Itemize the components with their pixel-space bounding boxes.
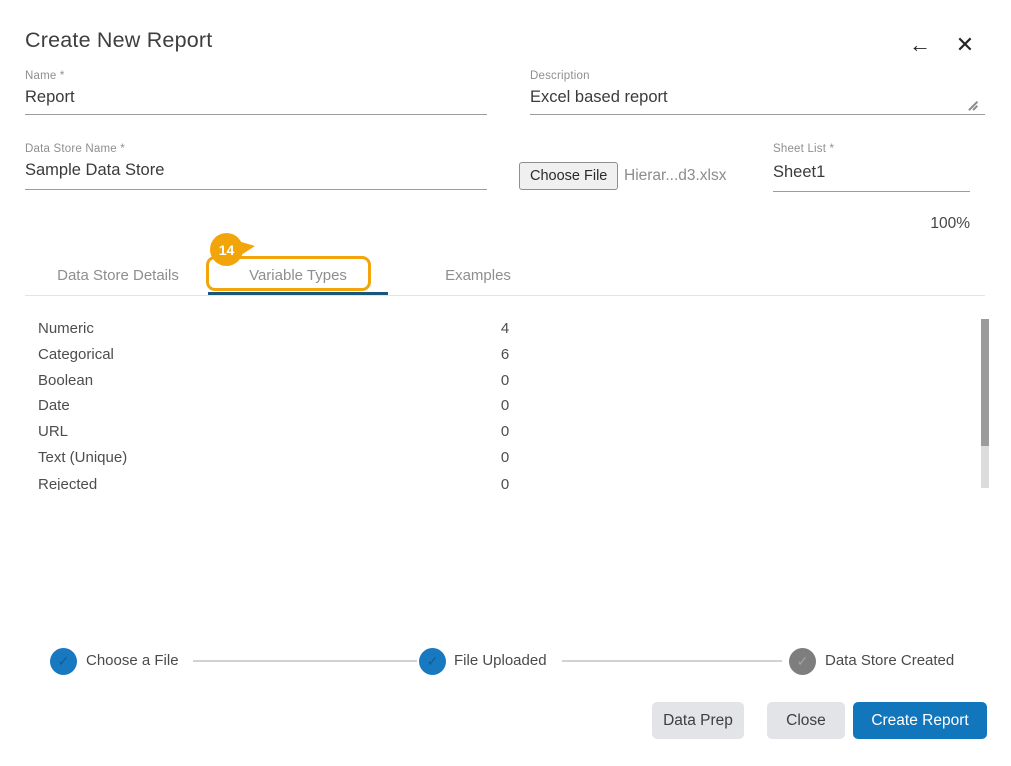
table-row-count: 0: [480, 372, 530, 389]
table-row-type: Numeric: [38, 320, 94, 337]
step-choose-file-circle: ✓: [50, 648, 77, 675]
annotation-marker-badge: 14: [210, 233, 243, 266]
table-row-count: 4: [480, 320, 530, 337]
close-icon[interactable]: ✕: [948, 28, 982, 62]
data-store-name-underline: [25, 189, 487, 190]
name-field-label: Name *: [25, 70, 65, 82]
choose-file-button[interactable]: Choose File: [519, 162, 618, 190]
upload-progress-percent: 100%: [870, 215, 970, 233]
table-row-count: 0: [480, 397, 530, 414]
variable-types-table: Numeric 4 Categorical 6 Boolean 0 Date 0…: [0, 300, 975, 490]
check-icon: ✓: [797, 653, 809, 670]
step-connector-line: [193, 660, 417, 662]
create-report-button[interactable]: Create Report: [853, 702, 987, 739]
scrollbar-track[interactable]: [981, 319, 989, 488]
step-data-store-created-circle: ✓: [789, 648, 816, 675]
step-data-store-created-label: Data Store Created: [825, 652, 954, 669]
table-row-count: 0: [480, 423, 530, 440]
scrollbar-thumb[interactable]: [981, 319, 989, 446]
tab-examples[interactable]: Examples: [388, 258, 568, 292]
tab-label: Data Store Details: [57, 267, 179, 284]
table-row-type: Categorical: [38, 346, 114, 363]
page-title: Create New Report: [25, 28, 212, 53]
sheet-list-underline: [773, 191, 970, 192]
sheet-list-select[interactable]: Sheet1: [773, 163, 825, 182]
table-row-type: Boolean: [38, 372, 93, 389]
name-input-underline: [25, 114, 487, 115]
table-row-count: 6: [480, 346, 530, 363]
step-connector-line: [562, 660, 782, 662]
step-choose-file-label: Choose a File: [86, 652, 179, 669]
data-store-name-input[interactable]: Sample Data Store: [25, 161, 164, 180]
table-row-count: 0: [480, 449, 530, 466]
check-icon: ✓: [427, 653, 439, 670]
tab-label: Examples: [445, 267, 511, 284]
tab-data-store-details[interactable]: Data Store Details: [28, 258, 208, 292]
table-row-type: Date: [38, 397, 70, 414]
check-icon: ✓: [58, 653, 70, 670]
tab-label: Variable Types: [249, 267, 347, 284]
data-store-name-label: Data Store Name *: [25, 143, 125, 155]
description-input[interactable]: Excel based report: [530, 88, 668, 107]
step-file-uploaded-circle: ✓: [419, 648, 446, 675]
sheet-list-label: Sheet List *: [773, 143, 834, 155]
close-button[interactable]: Close: [767, 702, 845, 739]
table-row-type: Text (Unique): [38, 449, 127, 466]
back-arrow-icon[interactable]: ←: [903, 28, 937, 62]
step-file-uploaded-label: File Uploaded: [454, 652, 547, 669]
description-input-underline: [530, 114, 985, 115]
table-row-type: Rejected: [38, 476, 97, 490]
name-input[interactable]: Report: [25, 88, 75, 107]
data-prep-button[interactable]: Data Prep: [652, 702, 744, 739]
table-row-type: URL: [38, 423, 68, 440]
tabs-divider: [25, 295, 985, 296]
table-row-count: 0: [480, 476, 530, 490]
textarea-resize-handle-icon[interactable]: [966, 97, 980, 111]
uploaded-file-name: Hierar...d3.xlsx: [624, 167, 727, 185]
description-field-label: Description: [530, 70, 590, 82]
